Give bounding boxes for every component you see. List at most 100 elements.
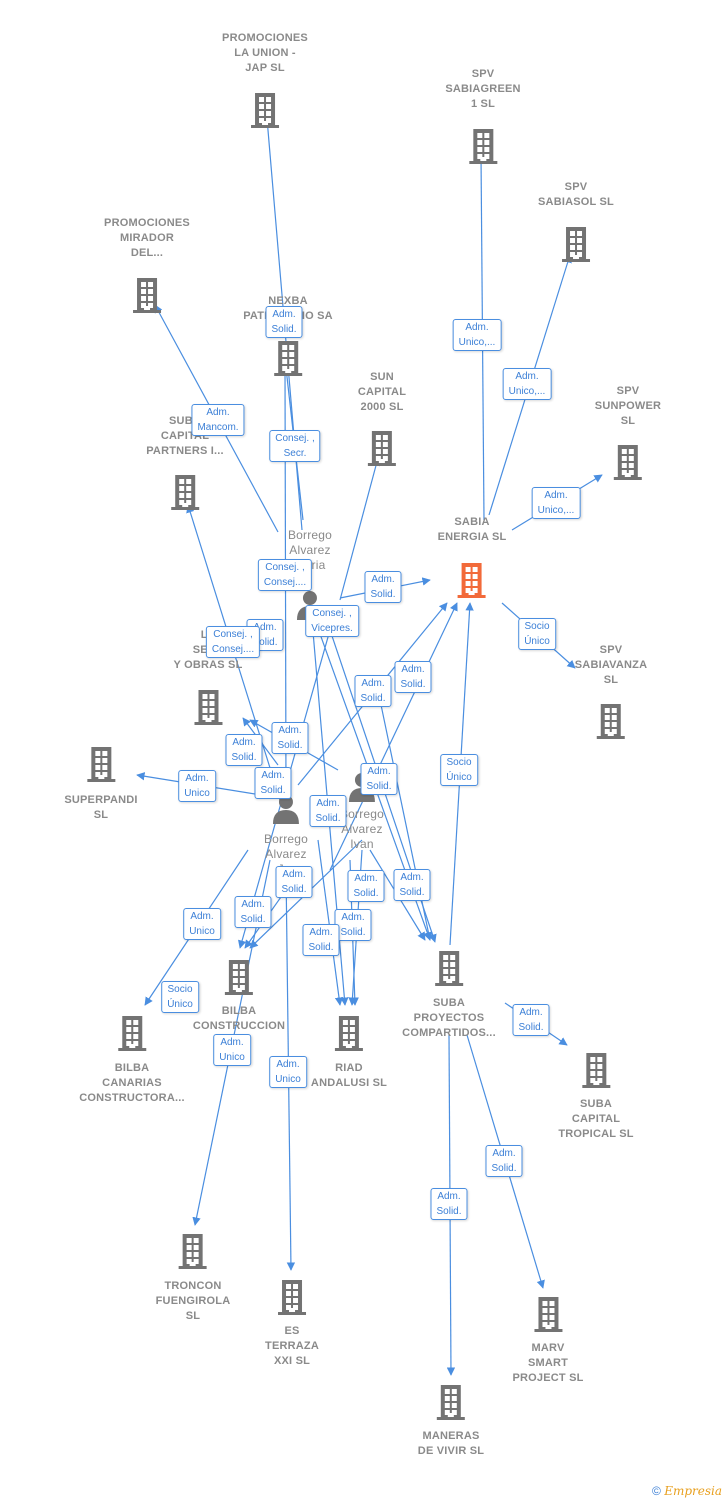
node-troncon-fuengirola[interactable]: TRONCON FUENGIROLA SL [156,1233,231,1324]
edge-role-label[interactable]: Adm. Solid. [254,767,292,799]
edge-role-label[interactable]: Adm. Solid. [234,896,272,928]
node-label-line: PROJECT SL [512,1372,584,1384]
node-label-line: SUBA [580,1098,612,1110]
node-sabia-energia[interactable]: SABIA ENERGIA SL [438,515,507,603]
node-label-line: SL [185,1310,201,1322]
node-marv-smart[interactable]: MARV SMART PROJECT SL [512,1296,583,1386]
node-label-line: SMART [527,1357,569,1369]
edge-role-text: Adm. [465,322,489,333]
node-sun-capital-2000[interactable]: SUN CAPITAL 2000 SL [358,370,406,471]
building-icon [64,746,137,787]
edge-role-text: Adm. [206,407,230,418]
node-bilba-construccion[interactable]: BILBA CONSTRUCCION [193,959,285,1034]
edge-role-label[interactable]: Adm. Solid. [360,763,398,795]
edge-role-label[interactable]: Consej. , Consej.... [205,626,261,658]
node-maneras-de-vivir[interactable]: MANERAS DE VIVIR SL [418,1384,484,1459]
edge-role-text: Solid. [399,887,425,898]
node-label-line: 1 SL [470,98,496,110]
edge-role-text: Socio [524,621,550,632]
edge-role-label[interactable]: Adm. Solid. [302,924,340,956]
edge-role-label[interactable]: Adm. Solid. [364,571,402,603]
edge-role-label[interactable]: Consej. , Consej.... [257,559,313,591]
edge-role-label[interactable]: Adm. Solid. [394,661,432,693]
edge-role-label[interactable]: Socio Único [518,618,556,650]
edge-role-label[interactable]: Adm. Solid. [265,306,303,338]
edge-role-label[interactable]: Adm. Unico,... [452,319,502,351]
edge-role-label[interactable]: Adm. Unico [213,1034,251,1066]
node-label: TRONCON FUENGIROLA SL [156,1279,231,1324]
node-label-line: Borrego [339,807,385,821]
node-suba-proyectos[interactable]: SUBA PROYECTOS COMPARTIDOS... [402,950,496,1041]
edge-role-text: Socio [167,984,193,995]
node-spv-sunpower[interactable]: SPV SUNPOWER SL [595,384,661,485]
edge-role-label[interactable]: Adm. Unico [183,908,221,940]
edge-role-text: Adm. [220,1037,244,1048]
edge-role-label[interactable]: Adm. Unico,... [502,368,552,400]
edge-role-text: Único [524,636,550,647]
edge-role-text: Único [446,772,472,783]
edge-role-text: Unico,... [537,505,575,516]
node-superpandi[interactable]: SUPERPANDI SL [64,746,137,823]
edge-role-text: Adm. [519,1007,543,1018]
edge-role-label[interactable]: Adm. Solid. [225,734,263,766]
node-label-line: BILBA [221,1005,257,1017]
node-borrego-j[interactable]: BorregoAlvarezJ... [264,794,308,877]
edge-role-label[interactable]: Socio Único [161,981,199,1013]
node-label-line: SABIAVANZA [574,659,648,671]
edge-role-label[interactable]: Consej. , Secr. [269,430,321,462]
edge-role-text: Adm. [492,1148,516,1159]
node-label-line: Borrego [287,528,333,542]
node-spv-sabiasol[interactable]: SPV SABIASOL SL [538,180,614,267]
building-icon [156,1233,231,1274]
edge-role-label[interactable]: Adm. Solid. [347,870,385,902]
edge-role-text: Adm. [278,725,302,736]
node-label-line: SPV [599,644,623,656]
edge-role-label[interactable]: Adm. Unico [178,770,216,802]
node-suba-capital-tropical[interactable]: SUBA CAPITAL TROPICAL SL [558,1052,633,1142]
edge-role-label[interactable]: Adm. Solid. [485,1145,523,1177]
edge-role-label[interactable]: Adm. Solid. [271,722,309,754]
edge-role-text: Adm. [354,873,378,884]
edge-role-label[interactable]: Adm. Solid. [275,866,313,898]
edge-role-text: Unico,... [508,386,546,397]
edge-role-label[interactable]: Adm. Solid. [334,909,372,941]
edge-role-label[interactable]: Adm. Mancom. [191,404,245,436]
node-label: SUBA CAPITAL TROPICAL SL [558,1097,633,1142]
edge-role-text: Solid. [366,781,392,792]
edge-role-text: Adm. [401,664,425,675]
edge-role-text: Adm. [261,770,285,781]
node-label-line: SPV [471,68,495,80]
node-spv-sabiavanza[interactable]: SPV SABIAVANZA SL [575,643,647,744]
edge-role-label[interactable]: Adm. Solid. [430,1188,468,1220]
edge-role-label[interactable]: Consej. , Vicepres. [305,605,359,637]
edge-role-text: Solid. [240,914,266,925]
edge-role-label[interactable]: Adm. Unico,... [531,487,581,519]
building-icon [445,128,520,169]
edge-role-label[interactable]: Adm. Solid. [512,1004,550,1036]
edge-role-label[interactable]: Adm. Solid. [393,869,431,901]
node-bilba-canarias[interactable]: BILBA CANARIAS CONSTRUCTORA... [79,1015,185,1106]
edge-role-text: Mancom. [197,422,239,433]
edge-role-label[interactable]: Socio Único [440,754,478,786]
edge-role-text: Adm. [272,309,296,320]
edge-role-label[interactable]: Adm. Solid. [354,675,392,707]
node-label-line: CONSTRUCCION [192,1020,286,1032]
node-promociones-mirador[interactable]: PROMOCIONES MIRADOR DEL... [104,216,190,318]
node-es-terraza[interactable]: ES TERRAZA XXI SL [265,1279,319,1369]
node-label: MARV SMART PROJECT SL [512,1341,583,1386]
edge-role-label[interactable]: Adm. Solid. [309,795,347,827]
node-label-line: SL [93,809,109,821]
node-label-line: XXI SL [273,1355,311,1367]
edge-role-label[interactable]: Adm. Unico [269,1056,307,1088]
node-promociones-la-union[interactable]: PROMOCIONES LA UNION - JAP SL [222,31,308,133]
node-spv-sabiagreen[interactable]: SPV SABIAGREEN 1 SL [445,67,520,169]
edge-role-text: Adm. [316,798,340,809]
node-label-line: CAPITAL [571,1113,621,1125]
node-label-line: Alvarez [341,822,383,836]
edge-role-text: Adm. [515,371,539,382]
building-icon [193,959,285,1000]
node-riad-andalusi[interactable]: RIAD ANDALUSI SL [311,1015,387,1091]
edge-role-text: Adm. [437,1191,461,1202]
node-label-line: Alvarez [265,847,307,861]
building-icon [243,340,333,381]
